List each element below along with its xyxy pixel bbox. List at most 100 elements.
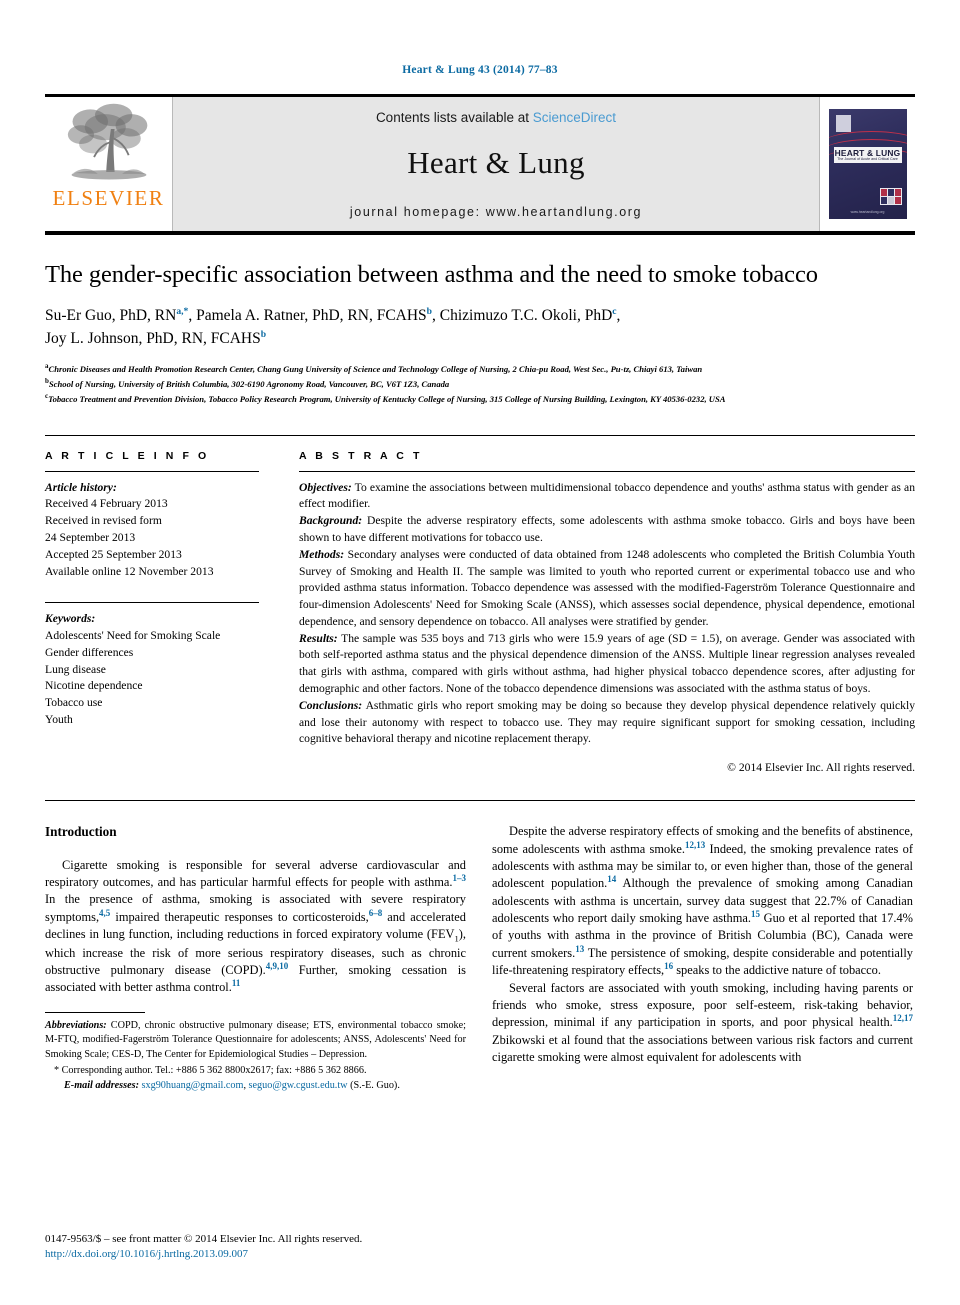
section-heading-introduction: Introduction [45,824,117,840]
citation-marker[interactable]: 13 [575,944,584,954]
intro-paragraph-3: Several factors are associated with yout… [492,980,913,1067]
affiliation-list: aChronic Diseases and Health Promotion R… [45,361,915,407]
body-columns: Introduction Cigarette smoking is respon… [45,800,915,1093]
email-suffix: (S.-E. Guo). [347,1079,400,1091]
author-okoli: , Chizimuzo T.C. Okoli, PhD [432,306,613,324]
citation-marker[interactable]: 12,13 [685,840,705,850]
keyword-item: Youth [45,713,73,727]
abstract-rule [299,470,915,472]
citation-marker[interactable]: 6–8 [369,908,383,918]
intro-paragraph-2: Despite the adverse respiratory effects … [492,823,913,979]
abstract-background-text: Despite the adverse respiratory effects,… [299,514,915,544]
journal-title: Heart & Lung [407,145,585,180]
abbreviations-label: Abbreviations: [45,1019,107,1031]
keywords-block: Keywords: Adolescents' Need for Smoking … [45,602,259,729]
author-guo-affiliation-marker[interactable]: a,* [176,306,188,317]
email-link-secondary[interactable]: seguo@gw.cgust.edu.tw [249,1080,348,1091]
journal-masthead: ELSEVIER Contents lists available at Sci… [45,94,915,231]
author-ratner: , Pamela A. Ratner, PhD, RN, FCAHS [188,306,427,324]
affiliation-item: aChronic Diseases and Health Promotion R… [45,361,915,376]
article-page: Heart & Lung 43 (2014) 77–83 ELSEVIER Co… [0,0,960,1305]
journal-homepage-link[interactable]: journal homepage: www.heartandlung.org [350,205,642,219]
abbreviations-note: Abbreviations: COPD, chronic obstructive… [45,1019,466,1062]
masthead-center: Contents lists available at ScienceDirec… [173,97,819,231]
abstract-column: A B S T R A C T Objectives: To examine t… [277,436,915,775]
author-johnson: Joy L. Johnson, PhD, RN, FCAHS [45,330,261,348]
journal-cover-thumbnail[interactable]: HEART & LUNG The Journal of Acute and Cr… [828,109,907,219]
author-line-comma: , [616,306,621,324]
author-johnson-affiliation-marker[interactable]: b [261,329,266,340]
article-info-heading: A R T I C L E I N F O [45,449,210,462]
citation-marker[interactable]: 1–3 [453,873,467,883]
history-item: Accepted 25 September 2013 [45,547,182,561]
intro-p1-seg-a: Cigarette smoking is responsible for sev… [45,857,466,890]
abstract-methods: Methods: Secondary analyses were conduct… [299,547,915,631]
doi-link[interactable]: http://dx.doi.org/10.1016/j.hrtlng.2013.… [45,1247,362,1263]
intro-p3-seg-a: Several factors are associated with yout… [492,980,913,1030]
elsevier-tree-icon [67,103,147,180]
running-head: Heart & Lung 43 (2014) 77–83 [402,64,558,76]
body-column-right: Despite the adverse respiratory effects … [492,823,913,1093]
page-footer: 0147-9563/$ – see front matter © 2014 El… [45,1232,362,1263]
citation-marker[interactable]: 4,9,10 [266,961,289,971]
cover-url-text: www.heartandlung.org [850,210,885,214]
affiliation-text-a: Chronic Diseases and Health Promotion Re… [48,363,703,374]
intro-p3-seg-b: Zbikowski et al found that the associati… [492,1032,913,1064]
article-history-label: Article history: [45,480,117,494]
elsevier-wordmark: ELSEVIER [52,186,165,210]
keyword-item: Nicotine dependence [45,679,143,693]
keyword-item: Gender differences [45,645,134,659]
email-link-primary[interactable]: sxg90huang@gmail.com [142,1080,244,1091]
title-block: The gender-specific association between … [45,235,915,407]
abstract-background: Background: Despite the adverse respirat… [299,513,915,547]
cover-subtitle-text: The Journal of Acute and Critical Care [837,156,898,161]
abbreviations-text: COPD, chronic obstructive pulmonary dise… [45,1019,466,1060]
issn-copyright-line: 0147-9563/$ – see front matter © 2014 El… [45,1232,363,1245]
affiliation-text-c: Tobacco Treatment and Prevention Divisio… [48,394,726,405]
body-column-left: Introduction Cigarette smoking is respon… [45,823,466,1093]
citation-marker[interactable]: 4,5 [99,908,110,918]
intro-paragraph-1: Cigarette smoking is responsible for sev… [45,857,466,997]
abstract-results-text: The sample was 535 boys and 713 girls wh… [299,631,915,696]
keyword-item: Lung disease [45,662,106,676]
keyword-item: Tobacco use [45,696,103,710]
contents-available-line: Contents lists available at ScienceDirec… [376,110,616,125]
cover-elsevier-icon [835,115,851,132]
affiliation-item: cTobacco Treatment and Prevention Divisi… [45,391,915,406]
cover-title: HEART & LUNG The Journal of Acute and Cr… [833,147,902,163]
publisher-logo: ELSEVIER [45,97,173,231]
author-list: Su-Er Guo, PhD, RNa,*, Pamela A. Ratner,… [45,304,915,351]
keywords-label: Keywords: [45,612,96,626]
article-info-column: A R T I C L E I N F O Article history: R… [45,436,277,775]
abstract-methods-label: Methods: [299,547,345,561]
affiliation-item: bSchool of Nursing, University of Britis… [45,376,915,391]
history-item: 24 September 2013 [45,530,136,544]
citation-marker[interactable]: 16 [664,961,673,971]
abstract-methods-text: Secondary analyses were conducted of dat… [299,547,915,628]
abstract-copyright: © 2014 Elsevier Inc. All rights reserved… [727,761,915,775]
citation-marker[interactable]: 14 [607,874,616,884]
masthead-right: HEART & LUNG The Journal of Acute and Cr… [819,97,915,231]
contents-prefix: Contents lists available at [375,110,533,125]
keyword-item: Adolescents' Need for Smoking Scale [45,629,221,643]
abstract-conclusions: Conclusions: Asthmatic girls who report … [299,698,915,748]
sciencedirect-link[interactable]: ScienceDirect [533,110,616,125]
abstract-conclusions-text: Asthmatic girls who report smoking may b… [299,698,915,746]
footnote-block: Abbreviations: COPD, chronic obstructive… [45,1011,466,1093]
history-item: Received in revised form [45,514,162,528]
author-guo: Su-Er Guo, PhD, RN [45,306,177,324]
abstract-conclusions-label: Conclusions: [299,698,363,712]
citation-marker[interactable]: 12,17 [893,1013,913,1023]
history-item: Received 4 February 2013 [45,497,168,511]
abstract-results: Results: The sample was 535 boys and 713… [299,631,915,698]
intro-p2-seg-f: speaks to the addictive nature of tobacc… [673,963,881,978]
abstract-objectives-text: To examine the associations between mult… [299,480,915,511]
abstract-heading: A B S T R A C T [299,449,423,462]
citation-marker[interactable]: 11 [232,978,241,988]
abstract-results-label: Results: [299,631,338,645]
history-item: Available online 12 November 2013 [45,564,214,578]
page-title: The gender-specific association between … [45,261,818,288]
affiliation-text-b: School of Nursing, University of British… [48,379,450,390]
citation-marker[interactable]: 15 [751,909,760,919]
info-abstract-region: A R T I C L E I N F O Article history: R… [45,434,915,775]
